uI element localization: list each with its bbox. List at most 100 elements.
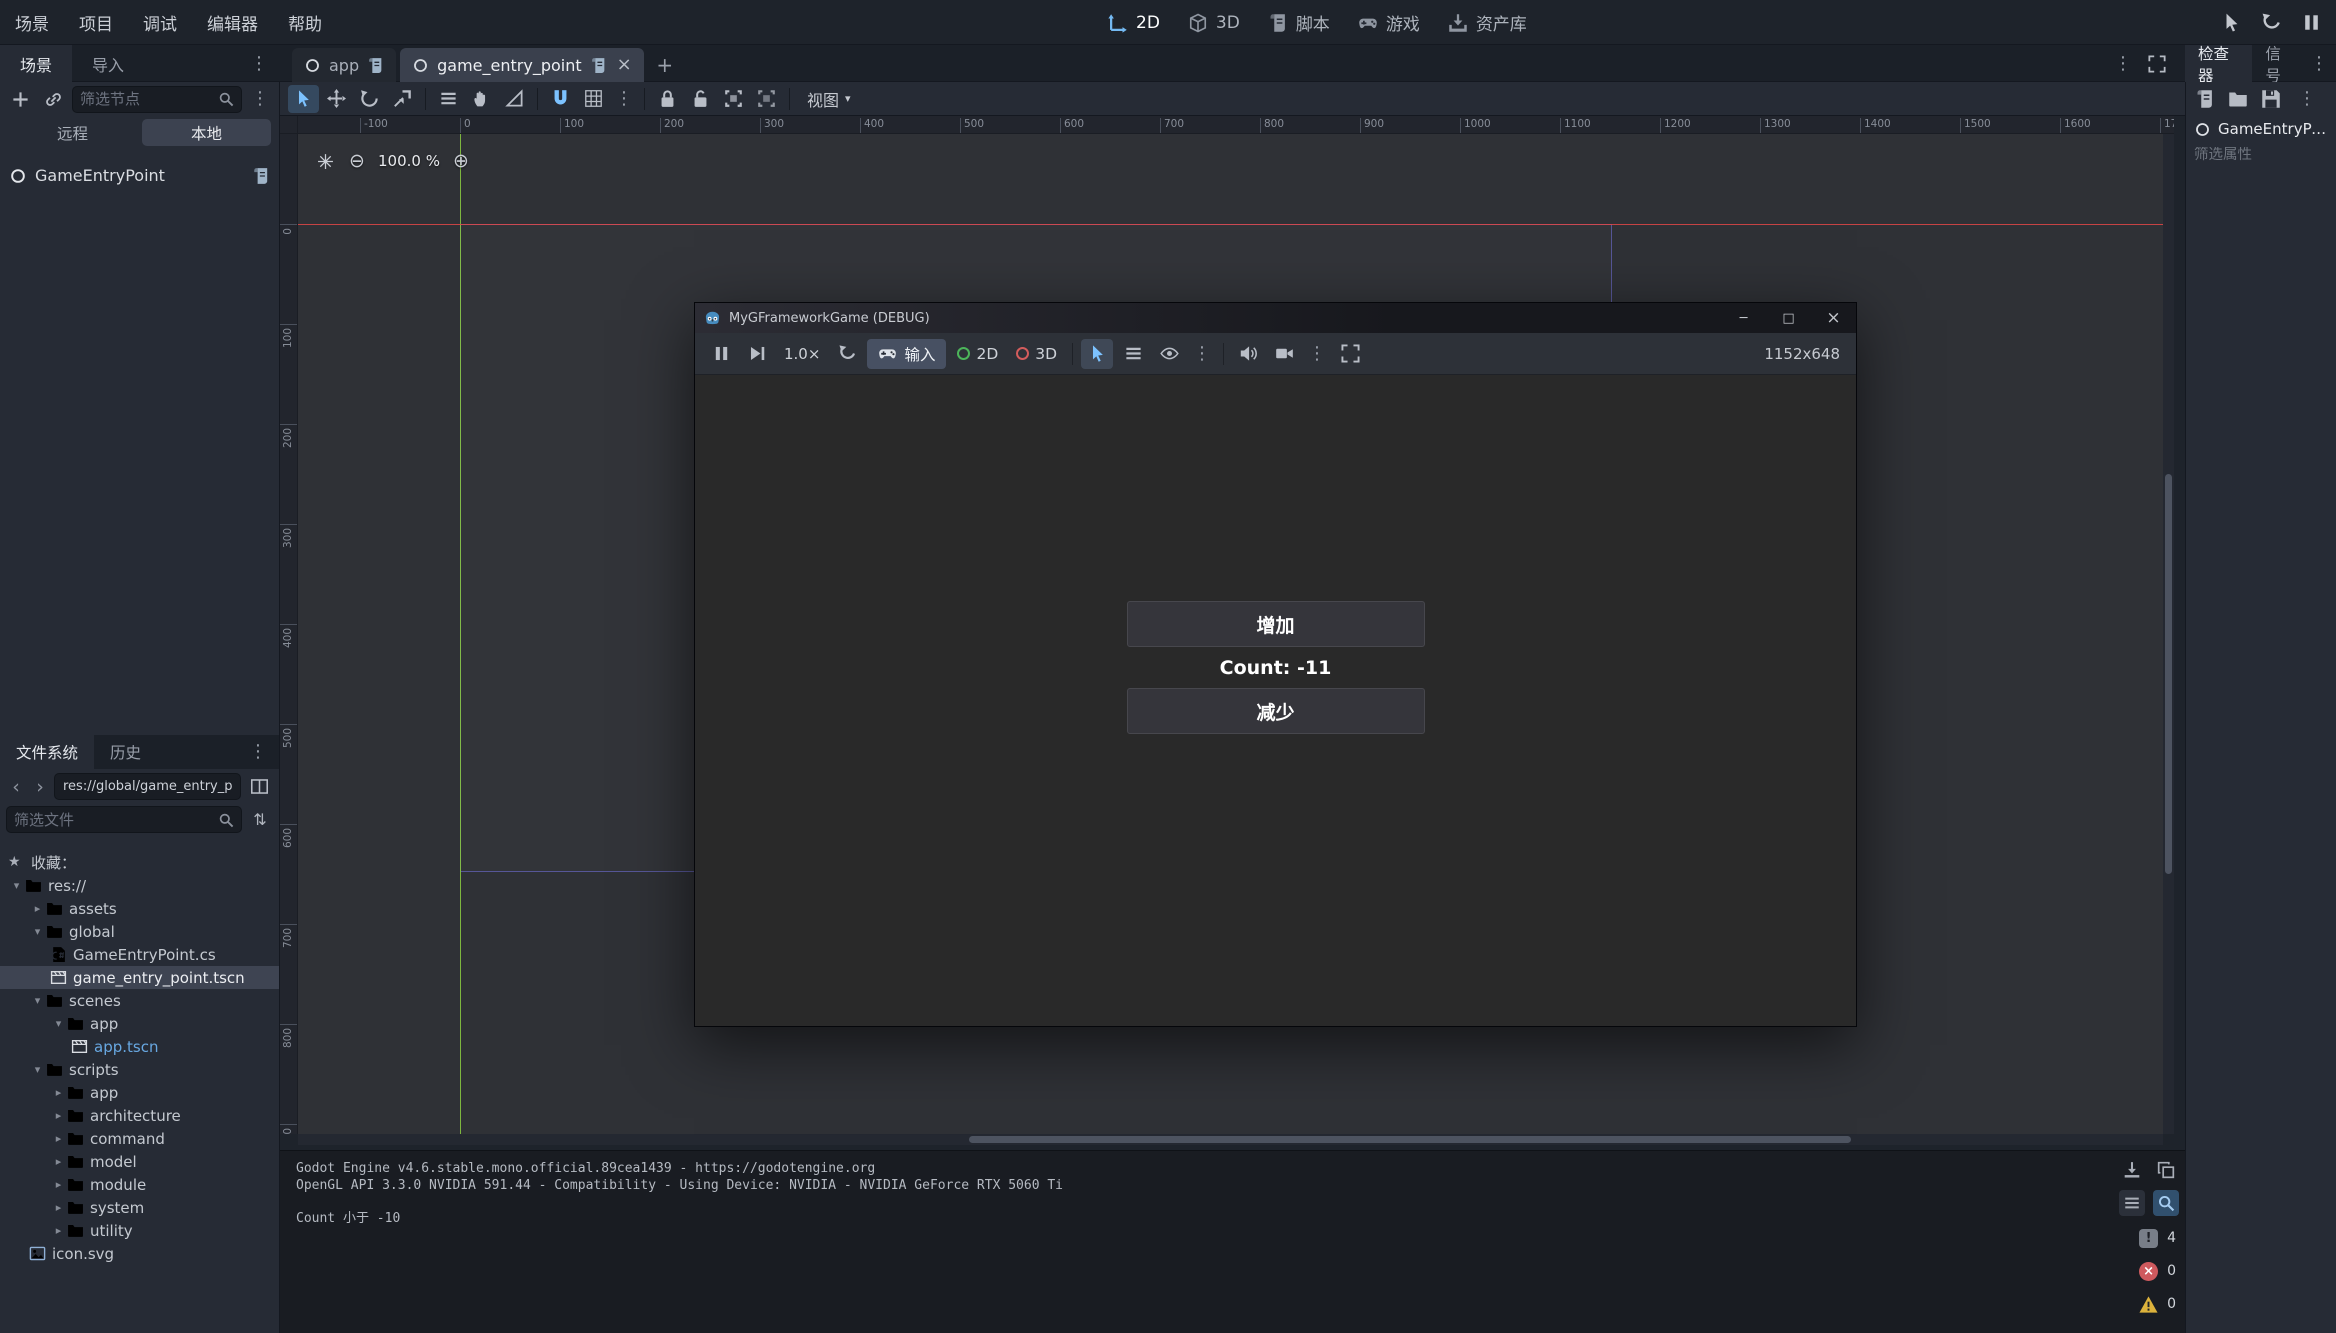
scene-dock-menu-icon[interactable]: ⋮: [247, 90, 273, 108]
file-row-command[interactable]: ★ command: [0, 1127, 279, 1150]
minimize-button[interactable]: ─: [1721, 303, 1766, 333]
ruler-tool-icon[interactable]: [499, 85, 530, 113]
workspace-tab-assetlib[interactable]: 资产库: [1437, 5, 1538, 40]
file-row-game-entry-point.tscn[interactable]: ★ game_entry_point.tscn: [0, 966, 279, 989]
close-tab-icon[interactable]: ×: [617, 56, 632, 74]
tree-arrow-icon[interactable]: [50, 1201, 67, 1214]
zoom-in-icon[interactable]: ⊕: [446, 146, 476, 176]
ungroup-icon[interactable]: [751, 85, 782, 113]
filesystem-menu-icon[interactable]: ⋮: [245, 743, 271, 761]
tab-inspector[interactable]: 检查器: [2185, 45, 2252, 82]
menu-item-editor[interactable]: 编辑器: [192, 0, 273, 45]
close-button[interactable]: ×: [1811, 303, 1856, 333]
select-options-icon[interactable]: ⋮: [1189, 345, 1215, 363]
group-icon[interactable]: [718, 85, 749, 113]
menu-item-debug[interactable]: 调试: [128, 0, 192, 45]
snap-asterisk-icon[interactable]: [310, 146, 340, 176]
scene-tab-game-entry-point[interactable]: game_entry_point ×: [400, 48, 644, 82]
search-log-icon[interactable]: [2153, 1190, 2179, 1216]
inspector-menu-icon[interactable]: ⋮: [2294, 90, 2320, 108]
file-row-scenes[interactable]: ★ scenes: [0, 989, 279, 1012]
scene-tab-app[interactable]: app: [292, 48, 396, 82]
input-mode-toggle[interactable]: 输入: [867, 339, 946, 369]
mode-3d-radio[interactable]: 3D: [1009, 339, 1064, 369]
smart-snap-icon[interactable]: [545, 85, 576, 113]
decrease-button[interactable]: 减少: [1127, 688, 1425, 734]
file-row-system[interactable]: ★ system: [0, 1196, 279, 1219]
tree-arrow-icon[interactable]: [50, 1086, 67, 1099]
tree-arrow-icon[interactable]: [29, 1063, 46, 1076]
viewport-hscrollbar[interactable]: [298, 1134, 2163, 1145]
mode-2d-radio[interactable]: 2D: [950, 339, 1005, 369]
game-debug-window[interactable]: MyGFrameworkGame (DEBUG) ─ □ × 1.0× 输入 2…: [694, 302, 1857, 1027]
filter-files-input[interactable]: [14, 811, 212, 829]
tree-arrow-icon[interactable]: [29, 994, 46, 1007]
error-count-badge[interactable]: × 0: [2139, 1260, 2179, 1282]
tab-import-dock[interactable]: 导入: [72, 45, 144, 82]
nav-back-icon[interactable]: ‹: [6, 774, 26, 800]
menu-item-help[interactable]: 帮助: [273, 0, 337, 45]
tab-filesystem[interactable]: 文件系统: [0, 735, 94, 769]
workspace-tab-2d[interactable]: 2D: [1097, 8, 1171, 38]
embed-fullscreen-icon[interactable]: [1334, 339, 1366, 369]
nav-forward-icon[interactable]: ›: [30, 774, 50, 800]
save-resource-icon[interactable]: [2261, 89, 2281, 109]
file-row-app[interactable]: ★ app: [0, 1081, 279, 1104]
suspend-icon[interactable]: [705, 339, 737, 369]
list-select-icon[interactable]: [1117, 339, 1149, 369]
message-count-badge[interactable]: ! 4: [2139, 1227, 2179, 1249]
tree-arrow-icon[interactable]: [29, 902, 46, 915]
unlock-icon[interactable]: [685, 85, 716, 113]
add-node-button[interactable]: [6, 86, 34, 112]
list-select-icon[interactable]: [433, 85, 464, 113]
path-input[interactable]: [63, 779, 232, 794]
run-cursor-icon[interactable]: [2214, 6, 2248, 40]
file-row-architecture[interactable]: ★ architecture: [0, 1104, 279, 1127]
file-row-res[interactable]: ★ res://: [0, 874, 279, 897]
file-row-global[interactable]: ★ global: [0, 920, 279, 943]
add-scene-tab-button[interactable]: +: [648, 48, 682, 82]
file-row-app[interactable]: ★ app: [0, 1012, 279, 1035]
camera-options-icon[interactable]: ⋮: [1304, 345, 1330, 363]
reload-icon[interactable]: [2254, 6, 2288, 40]
select-tool-icon[interactable]: [288, 85, 319, 113]
file-row[interactable]: ★ 收藏：: [0, 851, 279, 874]
move-tool-icon[interactable]: [321, 85, 352, 113]
workspace-tab-game[interactable]: 游戏: [1347, 5, 1431, 40]
sort-files-icon[interactable]: ⇅: [247, 807, 273, 833]
grid-snap-icon[interactable]: [578, 85, 609, 113]
time-scale-value[interactable]: 1.0×: [777, 345, 827, 363]
tree-arrow-icon[interactable]: [50, 1178, 67, 1191]
zoom-out-icon[interactable]: ⊖: [342, 146, 372, 176]
reset-time-scale-icon[interactable]: [831, 339, 863, 369]
zoom-level[interactable]: 100.0 %: [374, 152, 444, 170]
rotate-tool-icon[interactable]: [354, 85, 385, 113]
workspace-tab-3d[interactable]: 3D: [1177, 8, 1251, 38]
maximize-button[interactable]: □: [1766, 303, 1811, 333]
tab-scene-dock[interactable]: 场景: [0, 45, 72, 82]
pause-icon[interactable]: [2294, 6, 2328, 40]
increase-button[interactable]: 增加: [1127, 601, 1425, 647]
filter-properties-input[interactable]: [2194, 147, 2324, 163]
local-button[interactable]: 本地: [142, 119, 271, 146]
workspace-tab-script[interactable]: 脚本: [1257, 5, 1341, 40]
tree-arrow-icon[interactable]: [50, 1017, 67, 1030]
file-row-app.tscn[interactable]: ★ app.tscn: [0, 1035, 279, 1058]
collapse-log-icon[interactable]: [2119, 1190, 2145, 1216]
tree-arrow-icon[interactable]: [29, 925, 46, 938]
file-row-assets[interactable]: ★ assets: [0, 897, 279, 920]
tab-signals[interactable]: 信号: [2252, 45, 2306, 82]
file-row-model[interactable]: ★ model: [0, 1150, 279, 1173]
camera-override-icon[interactable]: [1268, 339, 1300, 369]
tree-arrow-icon[interactable]: [50, 1224, 67, 1237]
file-row-utility[interactable]: ★ utility: [0, 1219, 279, 1242]
attached-script-icon[interactable]: [252, 167, 270, 185]
view-menu-button[interactable]: 视图▾: [797, 85, 861, 113]
scene-tree-root-node[interactable]: GameEntryPoint: [0, 160, 279, 191]
visibility-eye-icon[interactable]: [1153, 339, 1185, 369]
new-resource-icon[interactable]: [2195, 89, 2215, 109]
select-cursor-icon[interactable]: [1081, 339, 1113, 369]
game-window-titlebar[interactable]: MyGFrameworkGame (DEBUG) ─ □ ×: [695, 303, 1856, 333]
tree-arrow-icon[interactable]: [50, 1109, 67, 1122]
tree-arrow-icon[interactable]: [50, 1132, 67, 1145]
